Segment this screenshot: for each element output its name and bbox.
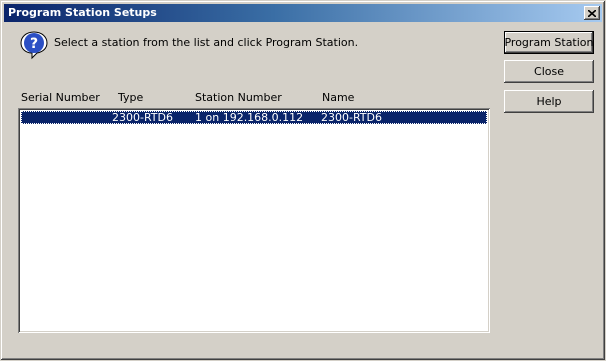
instruction-text: Select a station from the list and click…	[54, 36, 359, 49]
column-header-name[interactable]: Name	[322, 91, 354, 104]
question-icon: ?	[20, 31, 48, 60]
column-header-type[interactable]: Type	[118, 91, 143, 104]
cell-station-number: 1 on 192.168.0.112	[195, 111, 304, 124]
close-icon	[588, 9, 596, 17]
cell-name: 2300-RTD6	[321, 111, 382, 124]
close-button[interactable]: Close	[504, 60, 594, 83]
station-list[interactable]: 2300-RTD6 1 on 192.168.0.112 2300-RTD6	[18, 108, 490, 333]
close-window-button[interactable]	[584, 6, 600, 20]
program-station-button[interactable]: Program Station	[504, 31, 594, 54]
help-button[interactable]: Help	[504, 90, 594, 113]
title-bar[interactable]: Program Station Setups	[4, 4, 602, 22]
program-station-setups-dialog: Program Station Setups ? Select a statio…	[0, 0, 606, 361]
svg-text:?: ?	[30, 36, 38, 52]
window-title: Program Station Setups	[8, 6, 157, 19]
cell-type: 2300-RTD6	[112, 111, 173, 124]
column-header-serial-number[interactable]: Serial Number	[21, 91, 100, 104]
station-list-row[interactable]: 2300-RTD6 1 on 192.168.0.112 2300-RTD6	[21, 111, 487, 124]
column-header-station-number[interactable]: Station Number	[195, 91, 282, 104]
